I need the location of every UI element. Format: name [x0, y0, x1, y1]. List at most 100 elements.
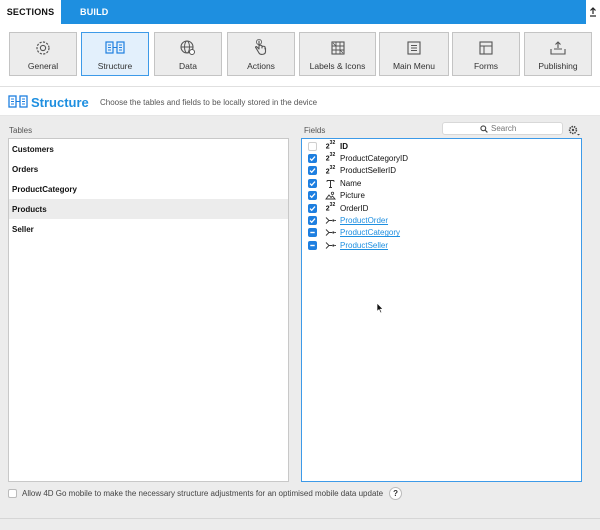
- menu-list-icon: [404, 38, 424, 58]
- publish-tray-icon: [548, 38, 568, 58]
- section-forms-button[interactable]: Forms: [452, 32, 520, 76]
- field-checkbox[interactable]: [308, 203, 317, 213]
- text-icon: [324, 178, 337, 188]
- section-general-button[interactable]: General: [9, 32, 77, 76]
- field-name: Picture: [340, 191, 365, 201]
- export-button[interactable]: [586, 0, 600, 24]
- field-row[interactable]: ProductSeller: [302, 239, 581, 251]
- field-name: ProductSellerID: [340, 166, 397, 176]
- tab-build[interactable]: BUILD: [80, 0, 109, 24]
- pointer-hand-icon: [251, 38, 271, 58]
- bottom-divider: [0, 518, 600, 519]
- tables-list: Customers Orders ProductCategory Product…: [8, 138, 289, 482]
- checkmark-icon: [309, 168, 316, 174]
- mouse-cursor-icon: [376, 301, 384, 319]
- tables-label: Tables: [9, 126, 33, 135]
- table-name: ProductCategory: [12, 184, 77, 194]
- tab-sections[interactable]: SECTIONS: [0, 0, 61, 24]
- field-row[interactable]: 232 ProductCategoryID: [302, 152, 581, 164]
- upload-icon: [590, 7, 596, 17]
- field-name[interactable]: ProductCategory: [340, 228, 400, 237]
- section-toolbar: General Structure Data Actions Labels & …: [0, 24, 600, 86]
- table-row[interactable]: Orders: [9, 159, 288, 179]
- top-tab-bar: SECTIONS BUILD: [0, 0, 600, 24]
- section-actions-button[interactable]: Actions: [227, 32, 295, 76]
- section-structure-button[interactable]: Structure: [81, 32, 149, 76]
- settings-gear-icon[interactable]: [568, 124, 580, 136]
- field-row[interactable]: ProductCategory: [302, 227, 581, 239]
- section-label: Data: [179, 61, 197, 71]
- relation-icon: [324, 216, 337, 226]
- structure-icon: [8, 95, 28, 114]
- fields-list: 232 ID 232 ProductCategoryID 232 Product…: [301, 138, 582, 482]
- field-row[interactable]: 232 ID: [302, 140, 581, 152]
- table-row[interactable]: Customers: [9, 139, 288, 159]
- number-icon: 232: [325, 201, 336, 213]
- section-label: Structure: [97, 61, 133, 71]
- field-name: ProductCategoryID: [340, 154, 409, 164]
- table-name: Seller: [12, 224, 34, 234]
- checkmark-icon: [309, 193, 316, 199]
- table-row[interactable]: Products: [9, 199, 288, 219]
- field-row[interactable]: 232 OrderID: [302, 202, 581, 214]
- field-name: OrderID: [340, 203, 369, 213]
- checkmark-icon: [309, 218, 316, 224]
- section-label: Main Menu: [392, 61, 436, 71]
- section-label: Publishing: [538, 61, 578, 71]
- table-name: Products: [12, 204, 47, 214]
- structure-adjustment-option: Allow 4D Go mobile to make the necessary…: [8, 487, 403, 500]
- field-name: ID: [340, 141, 348, 151]
- number-icon: 232: [325, 140, 336, 151]
- number-icon: 232: [325, 152, 336, 163]
- section-labels-icons-button[interactable]: Labels & Icons: [299, 32, 376, 76]
- section-data-button[interactable]: Data: [154, 32, 222, 76]
- labels-grid-icon: [328, 38, 348, 58]
- field-name[interactable]: ProductOrder: [340, 216, 388, 225]
- section-main-menu-button[interactable]: Main Menu: [379, 32, 449, 76]
- minus-icon: [310, 232, 315, 234]
- search-input[interactable]: [491, 124, 525, 133]
- page-description: Choose the tables and fields to be local…: [100, 98, 318, 107]
- field-checkbox[interactable]: [308, 216, 317, 226]
- relation-icon: [324, 228, 337, 238]
- number-icon: 232: [325, 164, 336, 176]
- table-row[interactable]: Seller: [9, 219, 288, 239]
- field-name: Name: [340, 178, 362, 188]
- section-label: Forms: [473, 61, 499, 71]
- structure-adjustment-checkbox[interactable]: [8, 489, 17, 498]
- structure-adjustment-label: Allow 4D Go mobile to make the necessary…: [22, 489, 384, 498]
- section-label: Labels & Icons: [309, 61, 366, 71]
- search-icon: [480, 124, 488, 133]
- field-checkbox[interactable]: [308, 228, 317, 238]
- help-button[interactable]: ?: [389, 487, 403, 500]
- field-name[interactable]: ProductSeller: [340, 241, 388, 250]
- field-checkbox[interactable]: [308, 154, 317, 164]
- section-publishing-button[interactable]: Publishing: [524, 32, 592, 76]
- relation-icon: [324, 240, 337, 250]
- picture-icon: [324, 191, 337, 201]
- fields-label: Fields: [304, 126, 326, 135]
- gear-icon: [33, 38, 53, 58]
- structure-icon: [105, 38, 125, 58]
- page-header: Structure Choose the tables and fields t…: [0, 86, 600, 116]
- table-name: Customers: [12, 144, 54, 154]
- table-name: Orders: [12, 164, 39, 174]
- section-label: Actions: [247, 61, 275, 71]
- field-row[interactable]: ProductOrder: [302, 214, 581, 226]
- field-row[interactable]: 232 ProductSellerID: [302, 165, 581, 177]
- globe-icon: [178, 38, 198, 58]
- checkmark-icon: [309, 205, 316, 211]
- field-checkbox[interactable]: [308, 166, 317, 176]
- checkmark-icon: [309, 181, 316, 187]
- field-row[interactable]: Picture: [302, 190, 581, 202]
- field-row[interactable]: Name: [302, 177, 581, 189]
- minus-icon: [310, 244, 315, 247]
- field-checkbox[interactable]: [308, 191, 317, 201]
- section-label: General: [27, 61, 59, 71]
- field-checkbox[interactable]: [308, 178, 317, 188]
- field-search[interactable]: [442, 122, 563, 135]
- forms-layout-icon: [476, 38, 496, 58]
- field-checkbox[interactable]: [308, 240, 317, 250]
- field-checkbox[interactable]: [308, 141, 317, 151]
- table-row[interactable]: ProductCategory: [9, 179, 288, 199]
